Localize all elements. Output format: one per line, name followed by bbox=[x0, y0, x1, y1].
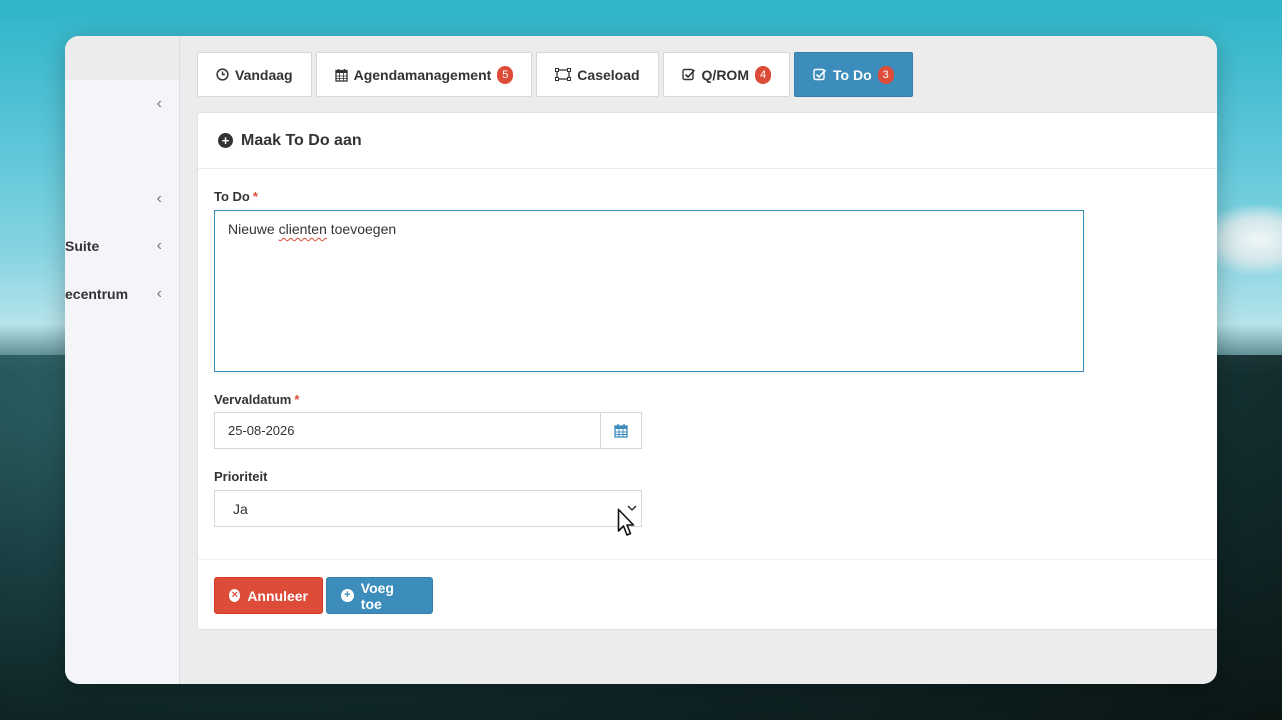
chevron-left-icon: ‹ bbox=[156, 237, 162, 254]
priority-label: Prioriteit bbox=[214, 469, 267, 484]
sidebar-item-suite[interactable]: Suite ‹ bbox=[65, 232, 180, 260]
notification-badge: 4 bbox=[755, 65, 771, 84]
tab-caseload[interactable]: Caseload bbox=[536, 52, 659, 97]
tab-vandaag[interactable]: Vandaag bbox=[197, 52, 312, 97]
todo-textarea[interactable]: Nieuwe clienten toevoegen bbox=[214, 210, 1084, 372]
tab-label: Q/ROM bbox=[701, 66, 749, 83]
add-button-label: Voeg toe bbox=[360, 579, 394, 612]
check-square-icon bbox=[681, 68, 695, 81]
sidebar-header bbox=[65, 36, 179, 80]
caseload-icon bbox=[555, 68, 572, 81]
plus-circle-icon: + bbox=[341, 589, 354, 602]
sidebar-item-1[interactable]: ‹ bbox=[65, 90, 180, 118]
misspelled-word: clienten bbox=[278, 221, 327, 237]
panel-header: + Maak To Do aan bbox=[198, 113, 1217, 169]
tab-bar: Vandaag Agendamanagement 5 Caseload Q/RO… bbox=[197, 52, 917, 97]
plus-circle-icon: + bbox=[218, 133, 233, 148]
todo-text-part: Nieuwe bbox=[228, 221, 279, 237]
create-todo-panel: + Maak To Do aan To Do * Nieuwe clienten … bbox=[197, 112, 1217, 630]
cancel-button-label: Annuleer bbox=[247, 587, 308, 604]
chevron-left-icon: ‹ bbox=[156, 285, 162, 302]
clock-icon bbox=[216, 68, 229, 81]
check-square-icon bbox=[813, 68, 827, 81]
sidebar-item-centrum[interactable]: ecentrum ‹ bbox=[65, 280, 180, 308]
notification-badge: 3 bbox=[877, 65, 894, 84]
tab-qrom[interactable]: Q/ROM 4 bbox=[662, 52, 790, 97]
panel-title: Maak To Do aan bbox=[241, 131, 362, 149]
app-window: ‹ ‹ Suite ‹ ecentrum ‹ Vandaag Agendaman… bbox=[65, 36, 1217, 684]
due-date-label-text: Vervaldatum bbox=[214, 392, 292, 407]
form-divider bbox=[198, 559, 1217, 560]
calendar-icon bbox=[334, 68, 348, 82]
required-marker: * bbox=[252, 189, 258, 204]
priority-label-text: Prioriteit bbox=[214, 469, 268, 484]
todo-label-text: To Do bbox=[214, 189, 250, 204]
sidebar-item-label: ecentrum bbox=[65, 286, 129, 302]
times-circle-icon: × bbox=[229, 589, 241, 602]
due-date-label: Vervaldatum * bbox=[214, 392, 299, 407]
add-button[interactable]: + Voeg toe bbox=[326, 577, 433, 614]
mouse-cursor-icon bbox=[617, 508, 635, 536]
tab-label: Agendamanagement bbox=[353, 66, 492, 83]
sidebar-item-label: Suite bbox=[65, 238, 100, 254]
tab-label: To Do bbox=[833, 66, 872, 83]
todo-label: To Do * bbox=[214, 189, 258, 204]
chevron-left-icon: ‹ bbox=[156, 95, 162, 112]
due-date-field: 25-08-2026 bbox=[214, 412, 642, 449]
tab-agendamanagement[interactable]: Agendamanagement 5 bbox=[315, 52, 533, 97]
tab-todo[interactable]: To Do 3 bbox=[794, 52, 913, 97]
cancel-button[interactable]: × Annuleer bbox=[214, 577, 323, 614]
due-date-input[interactable]: 25-08-2026 bbox=[215, 413, 600, 448]
required-marker: * bbox=[294, 392, 300, 407]
calendar-icon bbox=[614, 424, 628, 438]
date-picker-button[interactable] bbox=[600, 413, 641, 448]
priority-select[interactable]: Ja bbox=[214, 490, 642, 527]
chevron-left-icon: ‹ bbox=[156, 190, 162, 207]
sidebar-item-2[interactable]: ‹ bbox=[65, 185, 180, 213]
todo-text-part: toevoegen bbox=[326, 221, 397, 237]
tab-label: Caseload bbox=[577, 66, 640, 83]
sidebar: ‹ ‹ Suite ‹ ecentrum ‹ bbox=[65, 36, 180, 684]
tab-label: Vandaag bbox=[235, 66, 293, 83]
notification-badge: 5 bbox=[497, 65, 514, 84]
priority-selected-value: Ja bbox=[233, 500, 248, 517]
